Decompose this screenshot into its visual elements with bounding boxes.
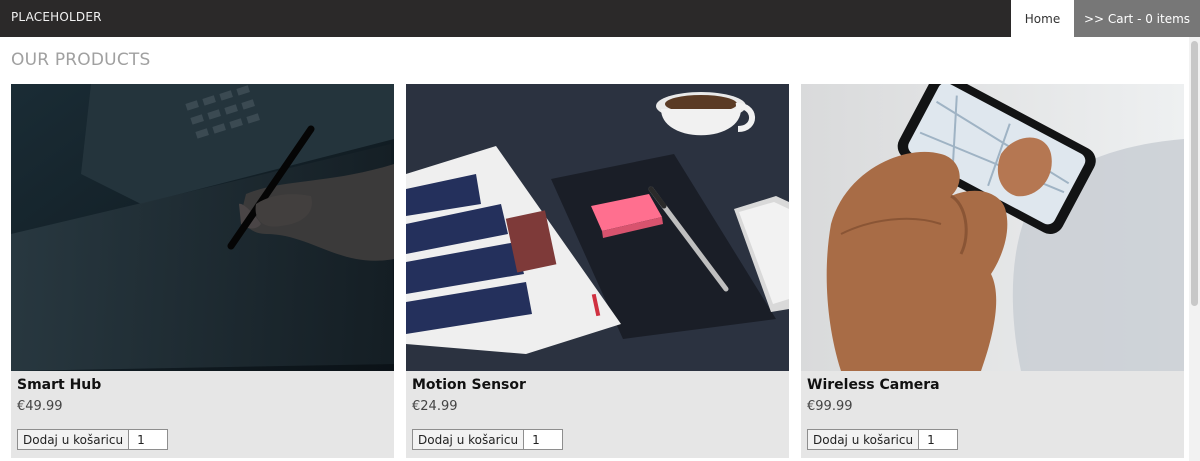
page-title: OUR PRODUCTS — [11, 50, 151, 70]
tablet-drawing-image[interactable] — [11, 84, 394, 371]
quantity-input[interactable] — [524, 429, 564, 450]
page-scrollbar[interactable] — [1189, 37, 1200, 461]
product-card: Motion Sensor €24.99 Dodaj u košaricu — [406, 84, 789, 458]
add-to-cart-button[interactable]: Dodaj u košaricu — [807, 429, 920, 450]
product-photo — [11, 84, 394, 371]
site-brand[interactable]: PLACEHOLDER — [11, 10, 102, 24]
desk-notebook-image[interactable] — [406, 84, 789, 371]
product-details: Motion Sensor €24.99 Dodaj u košaricu — [412, 375, 783, 458]
nav-home-link[interactable]: Home — [1011, 0, 1074, 37]
add-to-cart-row: Dodaj u košaricu — [807, 429, 959, 450]
product-card: Smart Hub €49.99 Dodaj u košaricu — [11, 84, 394, 458]
product-photo — [406, 84, 789, 371]
quantity-input[interactable] — [129, 429, 169, 450]
product-price: €24.99 — [412, 399, 458, 414]
product-grid: Smart Hub €49.99 Dodaj u košaricu 1 Moti… — [11, 84, 1185, 458]
product-price: €49.99 — [17, 399, 63, 414]
product-price: €99.99 — [807, 399, 853, 414]
product-card: Wireless Camera €99.99 Dodaj u košaricu — [801, 84, 1184, 458]
scrollbar-thumb[interactable] — [1191, 41, 1198, 306]
top-navbar: PLACEHOLDER Home >> Cart - 0 items — [0, 0, 1200, 37]
product-name[interactable]: Smart Hub — [17, 375, 388, 395]
add-to-cart-row: Dodaj u košaricu — [412, 429, 564, 450]
main-nav: Home >> Cart - 0 items — [1011, 0, 1200, 37]
add-to-cart-button[interactable]: Dodaj u košaricu — [412, 429, 525, 450]
quantity-input[interactable] — [919, 429, 959, 450]
phone-map-image[interactable] — [801, 84, 1184, 371]
product-name[interactable]: Wireless Camera — [807, 375, 1178, 395]
product-name[interactable]: Motion Sensor — [412, 375, 783, 395]
add-to-cart-row: Dodaj u košaricu — [17, 429, 169, 450]
product-details: Smart Hub €49.99 Dodaj u košaricu — [17, 375, 388, 458]
product-details: Wireless Camera €99.99 Dodaj u košaricu — [807, 375, 1178, 458]
product-photo — [801, 84, 1184, 371]
nav-cart-link[interactable]: >> Cart - 0 items — [1074, 0, 1200, 37]
add-to-cart-button[interactable]: Dodaj u košaricu — [17, 429, 130, 450]
